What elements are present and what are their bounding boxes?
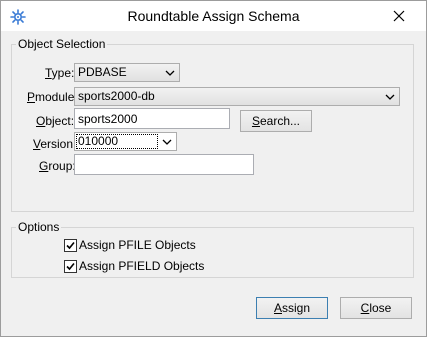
object-label: Object: [36,114,75,128]
assign-button[interactable]: Assign [256,297,328,319]
object-input[interactable] [74,108,230,129]
version-label: Version: [33,137,77,151]
close-button[interactable]: Close [340,297,412,319]
checkmark-icon [66,262,75,271]
object-selection-legend: Object Selection [18,37,106,51]
group-input[interactable] [74,154,254,175]
pmodule-select[interactable]: sports2000-db [74,87,400,106]
search-button[interactable]: Search... [240,110,312,132]
title-bar: Roundtable Assign Schema [1,1,426,31]
assign-pfield-label[interactable]: Assign PFIELD Objects [79,259,204,274]
version-focus-rect [76,134,158,149]
window-title: Roundtable Assign Schema [127,8,300,24]
assign-pfield-checkbox[interactable] [64,260,77,273]
close-icon[interactable] [391,8,407,24]
options-legend: Options [18,220,60,234]
checkmark-icon [66,241,75,250]
group-label: Group: [39,159,76,173]
chevron-down-icon [385,94,395,100]
type-label: Type: [45,66,75,80]
type-select-value: PDBASE [78,65,127,79]
pmodule-label: Pmodule: [27,90,78,104]
assign-pfile-checkbox[interactable] [64,239,77,252]
type-select[interactable]: PDBASE [74,63,180,82]
assign-pfile-label[interactable]: Assign PFILE Objects [79,238,196,253]
dialog-window: Roundtable Assign Schema Object Selectio… [0,0,427,337]
chevron-down-icon [165,70,175,76]
pmodule-select-value: sports2000-db [78,89,155,103]
chevron-down-icon [162,139,172,145]
